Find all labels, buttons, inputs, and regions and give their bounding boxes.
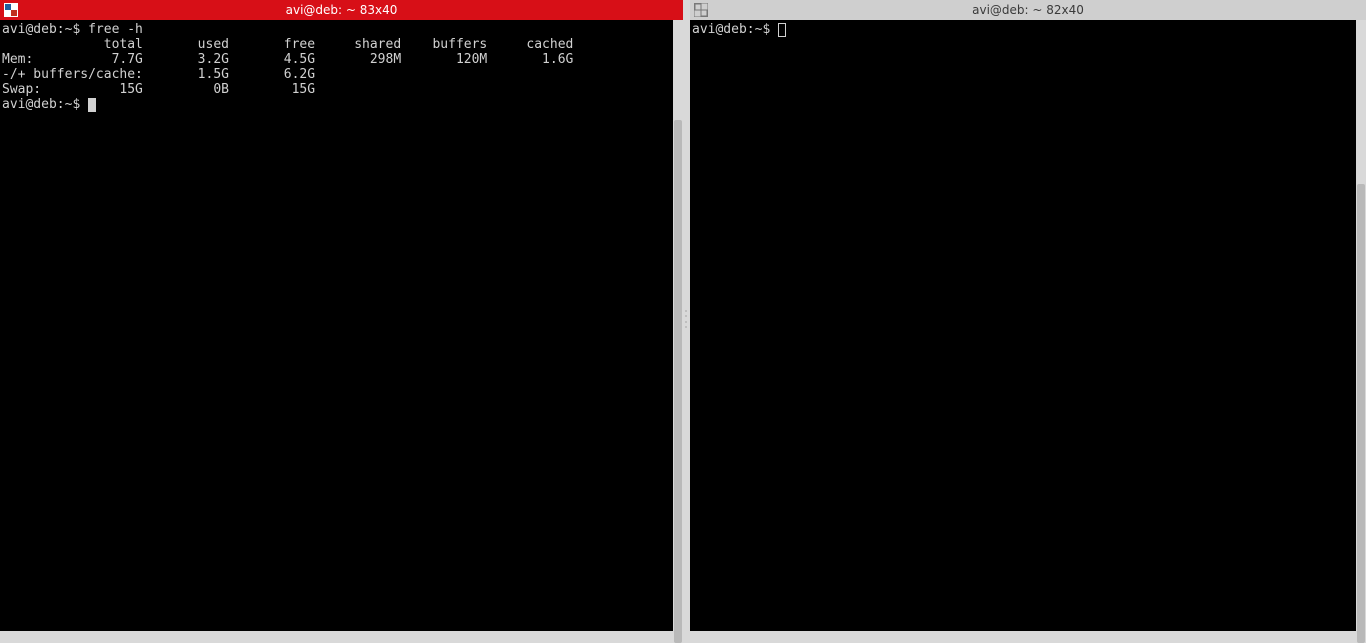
output-line-3: Swap: 15G 0B 15G	[2, 82, 315, 97]
scrollbar-thumb-left[interactable]	[674, 120, 682, 643]
terminal-left[interactable]: avi@deb:~$ free -h total used free share…	[0, 20, 673, 631]
titlebar-right[interactable]: avi@deb: ~ 82x40	[690, 0, 1366, 20]
prompt-left-1: avi@deb:~$	[2, 22, 88, 37]
terminal-pane-left: avi@deb: ~ 83x40 avi@deb:~$ free -h tota…	[0, 0, 683, 631]
titlebar-title-right: avi@deb: ~ 82x40	[690, 3, 1366, 17]
splitter-grip-icon	[685, 310, 688, 328]
scrollbar-right[interactable]	[1356, 20, 1366, 631]
window-menu-icon[interactable]	[4, 3, 18, 17]
window-menu-icon[interactable]	[694, 3, 708, 17]
output-line-0: total used free shared buffers cached	[2, 37, 573, 52]
cursor-right	[778, 23, 786, 37]
cursor-left	[88, 98, 96, 112]
pane-splitter[interactable]	[683, 0, 690, 631]
output-line-1: Mem: 7.7G 3.2G 4.5G 298M 120M 1.6G	[2, 52, 573, 67]
output-line-2: -/+ buffers/cache: 1.5G 6.2G	[2, 67, 315, 82]
prompt-right: avi@deb:~$	[692, 22, 778, 37]
terminal-right[interactable]: avi@deb:~$	[690, 20, 1356, 631]
command-left: free -h	[88, 22, 143, 37]
terminal-pane-right: avi@deb: ~ 82x40 avi@deb:~$	[690, 0, 1366, 631]
scrollbar-thumb-right[interactable]	[1357, 184, 1365, 643]
scrollbar-left[interactable]	[673, 20, 683, 631]
titlebar-title-left: avi@deb: ~ 83x40	[0, 3, 683, 17]
prompt-left-2: avi@deb:~$	[2, 97, 88, 112]
titlebar-left[interactable]: avi@deb: ~ 83x40	[0, 0, 683, 20]
